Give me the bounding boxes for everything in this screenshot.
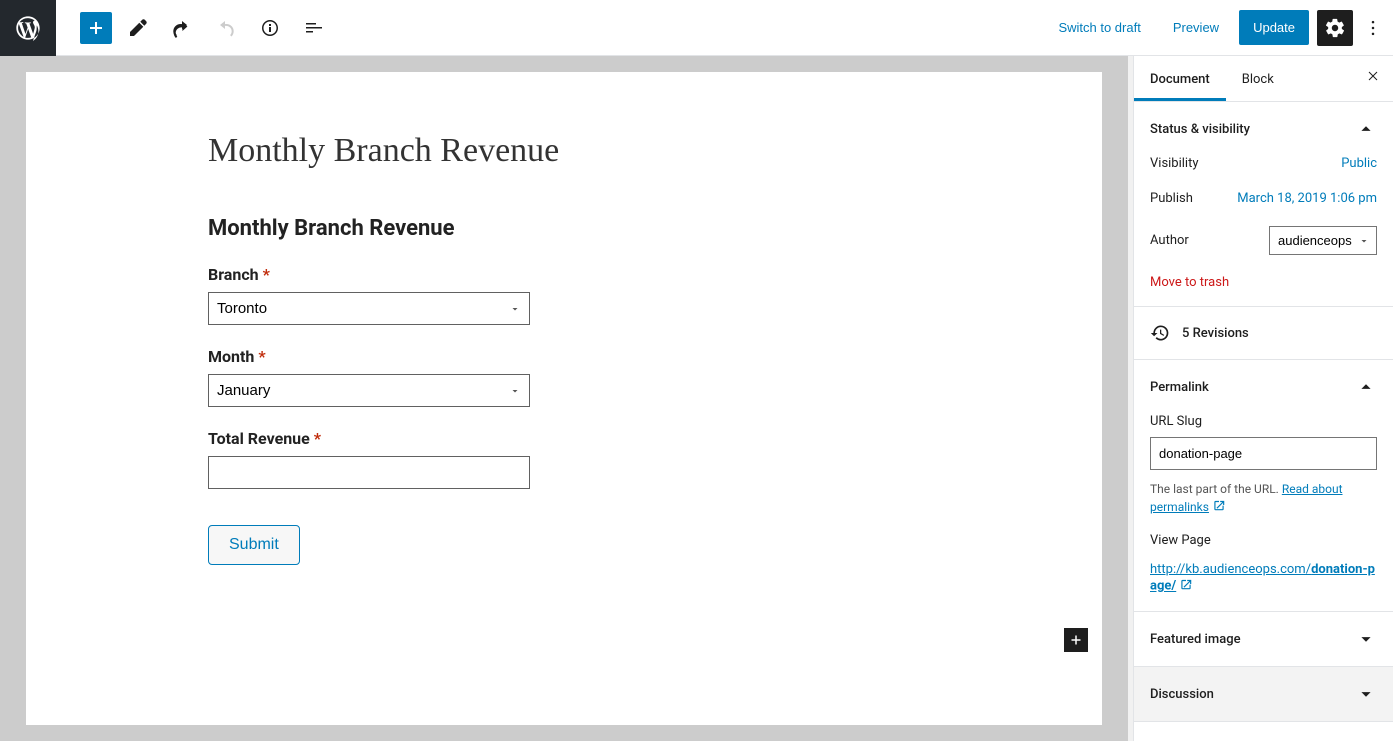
panel-permalink: Permalink URL Slug The last part of the …: [1134, 360, 1393, 612]
add-block-inline-button[interactable]: [1064, 628, 1088, 652]
external-link-icon: [1212, 498, 1226, 517]
url-slug-label: URL Slug: [1150, 414, 1377, 429]
preview-button[interactable]: Preview: [1161, 12, 1231, 43]
view-page-label: View Page: [1150, 533, 1377, 548]
required-asterisk: *: [263, 265, 270, 284]
close-sidebar-button[interactable]: [1361, 67, 1385, 91]
required-asterisk: *: [258, 347, 265, 366]
editor-toolbar: Switch to draft Preview Update: [0, 0, 1393, 56]
info-button[interactable]: [252, 10, 288, 46]
chevron-down-icon: [1355, 683, 1377, 705]
status-heading: Status & visibility: [1150, 122, 1250, 137]
row-author: Author audienceops: [1150, 226, 1377, 255]
revisions-text: 5 Revisions: [1182, 326, 1249, 341]
revenue-input[interactable]: [208, 456, 530, 489]
field-revenue: Total Revenue *: [208, 429, 920, 489]
revenue-label: Total Revenue *: [208, 429, 920, 448]
plus-icon: [84, 16, 108, 40]
submit-button[interactable]: Submit: [208, 525, 300, 565]
toolbar-right: Switch to draft Preview Update: [1046, 10, 1385, 46]
undo-icon: [170, 16, 194, 40]
author-label: Author: [1150, 233, 1189, 248]
update-button[interactable]: Update: [1239, 10, 1309, 45]
publish-value[interactable]: March 18, 2019 1:06 pm: [1237, 191, 1377, 206]
url-slug-input[interactable]: [1150, 437, 1377, 470]
form-title: Monthly Branch Revenue: [208, 216, 920, 241]
panel-permalink-head[interactable]: Permalink: [1134, 360, 1393, 414]
wordpress-icon: [14, 14, 42, 42]
chevron-up-icon: [1355, 376, 1377, 398]
external-link-icon: [1179, 577, 1193, 595]
edit-mode-button[interactable]: [120, 10, 156, 46]
panel-status-head[interactable]: Status & visibility: [1134, 102, 1393, 156]
more-options-button[interactable]: [1361, 10, 1385, 46]
undo-button[interactable]: [164, 10, 200, 46]
wp-logo[interactable]: [0, 0, 56, 56]
tab-block[interactable]: Block: [1226, 56, 1290, 101]
toolbar-left: [8, 0, 332, 56]
author-select[interactable]: audienceops: [1269, 226, 1377, 255]
workspace: Monthly Branch Revenue Monthly Branch Re…: [0, 56, 1393, 741]
settings-sidebar: Document Block Status & visibility Visib…: [1133, 56, 1393, 741]
row-visibility: Visibility Public: [1150, 156, 1377, 171]
gear-icon: [1324, 17, 1346, 39]
info-icon: [258, 16, 282, 40]
sidebar-tabs: Document Block: [1134, 56, 1393, 102]
more-vertical-icon: [1363, 18, 1383, 38]
publish-label: Publish: [1150, 191, 1193, 206]
tab-document[interactable]: Document: [1134, 56, 1226, 101]
slug-help: The last part of the URL. Read about per…: [1150, 480, 1377, 517]
row-publish: Publish March 18, 2019 1:06 pm: [1150, 191, 1377, 206]
switch-to-draft-button[interactable]: Switch to draft: [1046, 12, 1152, 43]
panel-discussion: Discussion: [1134, 667, 1393, 722]
redo-icon: [214, 16, 238, 40]
permalink-heading: Permalink: [1150, 380, 1209, 395]
discussion-heading: Discussion: [1150, 687, 1214, 702]
visibility-value[interactable]: Public: [1341, 156, 1377, 171]
settings-button[interactable]: [1317, 10, 1353, 46]
panel-featured-head[interactable]: Featured image: [1134, 612, 1393, 666]
pencil-icon: [126, 16, 150, 40]
history-icon: [1150, 323, 1170, 343]
branch-label: Branch *: [208, 265, 920, 284]
featured-heading: Featured image: [1150, 632, 1241, 647]
field-branch: Branch * Toronto: [208, 265, 920, 325]
panel-permalink-body: URL Slug The last part of the URL. Read …: [1134, 414, 1393, 611]
panel-status-body: Visibility Public Publish March 18, 2019…: [1134, 156, 1393, 306]
revisions-link[interactable]: 5 Revisions: [1134, 307, 1393, 360]
list-icon: [302, 16, 326, 40]
required-asterisk: *: [314, 429, 321, 448]
editor-canvas[interactable]: Monthly Branch Revenue Monthly Branch Re…: [0, 56, 1128, 741]
branch-select[interactable]: Toronto: [208, 292, 530, 325]
page-title[interactable]: Monthly Branch Revenue: [208, 132, 920, 170]
field-month: Month * January: [208, 347, 920, 407]
month-label: Month *: [208, 347, 920, 366]
page-content: Monthly Branch Revenue Monthly Branch Re…: [26, 72, 1102, 725]
month-select[interactable]: January: [208, 374, 530, 407]
add-block-button[interactable]: [80, 12, 112, 44]
outline-button[interactable]: [296, 10, 332, 46]
move-to-trash[interactable]: Move to trash: [1150, 275, 1377, 290]
redo-button[interactable]: [208, 10, 244, 46]
panel-featured-image: Featured image: [1134, 612, 1393, 667]
panel-discussion-head[interactable]: Discussion: [1134, 667, 1393, 721]
close-icon: [1365, 68, 1381, 84]
chevron-down-icon: [1355, 628, 1377, 650]
plus-icon: [1067, 631, 1085, 649]
chevron-up-icon: [1355, 118, 1377, 140]
visibility-label: Visibility: [1150, 156, 1199, 171]
panel-status: Status & visibility Visibility Public Pu…: [1134, 102, 1393, 307]
